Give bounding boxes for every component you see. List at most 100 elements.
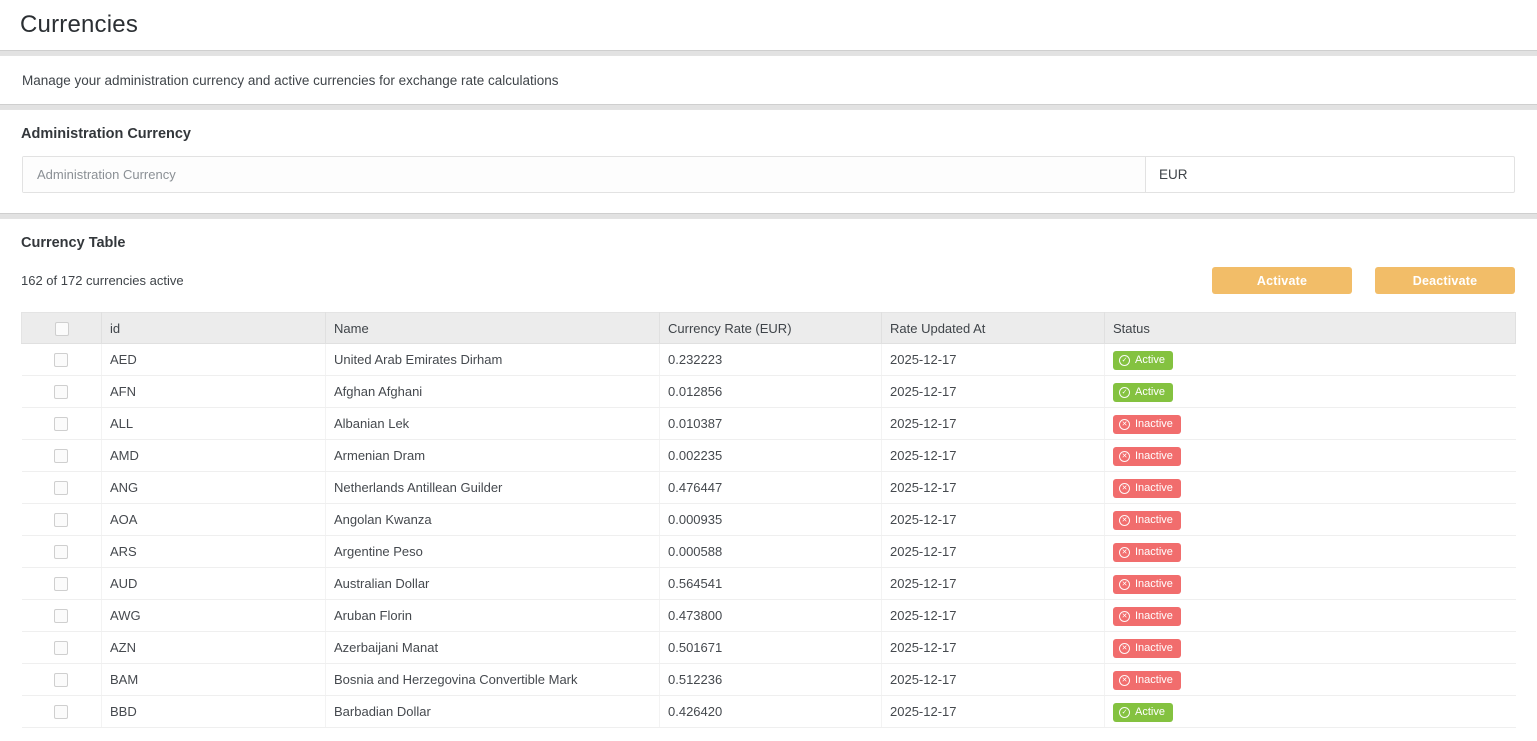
rate-updated-cell: 2025-12-17 [882,376,1105,408]
currency-id-cell: AED [102,344,326,376]
status-label: Active [1135,351,1165,370]
currency-name-cell: Afghan Afghani [326,376,660,408]
active-currencies-summary: 162 of 172 currencies active [21,273,184,288]
currency-rate-cell: 0.000935 [660,504,882,536]
row-checkbox[interactable] [54,545,68,559]
status-label: Inactive [1135,415,1173,434]
rate-updated-cell: 2025-12-17 [882,568,1105,600]
table-row: ARS Argentine Peso 0.000588 2025-12-17 ✕… [22,536,1516,568]
row-checkbox[interactable] [54,417,68,431]
activate-button[interactable]: Activate [1212,267,1352,294]
row-select-cell [22,440,102,472]
status-icon: ✕ [1119,675,1130,686]
column-header-rate: Currency Rate (EUR) [660,313,882,344]
currency-id-cell: ANG [102,472,326,504]
table-header-row: id Name Currency Rate (EUR) Rate Updated… [22,313,1516,344]
currency-name-cell: Aruban Florin [326,600,660,632]
status-label: Inactive [1135,447,1173,466]
status-label: Inactive [1135,543,1173,562]
status-label: Inactive [1135,607,1173,626]
row-checkbox[interactable] [54,609,68,623]
status-badge: ✕ Inactive [1113,543,1181,562]
admin-currency-value-field[interactable]: EUR [1146,157,1514,192]
row-select-cell [22,632,102,664]
row-checkbox[interactable] [54,577,68,591]
select-all-checkbox[interactable] [55,322,69,336]
status-label: Inactive [1135,575,1173,594]
currency-name-cell: Azerbaijani Manat [326,632,660,664]
currency-rate-cell: 0.473800 [660,600,882,632]
column-header-status: Status [1105,313,1516,344]
table-row: AWG Aruban Florin 0.473800 2025-12-17 ✕ … [22,600,1516,632]
admin-currency-heading: Administration Currency [0,110,1537,156]
table-row: AED United Arab Emirates Dirham 0.232223… [22,344,1516,376]
column-header-updated: Rate Updated At [882,313,1105,344]
row-checkbox[interactable] [54,513,68,527]
admin-currency-section: Administration Currency Administration C… [0,109,1537,214]
rate-updated-cell: 2025-12-17 [882,696,1105,728]
currency-rate-cell: 0.512236 [660,664,882,696]
row-checkbox[interactable] [54,481,68,495]
currency-rate-cell: 0.002235 [660,440,882,472]
row-select-cell [22,472,102,504]
status-badge: ✕ Inactive [1113,511,1181,530]
admin-currency-input-group: Administration Currency EUR [22,156,1515,193]
currency-name-cell: Argentine Peso [326,536,660,568]
status-icon: ✕ [1119,579,1130,590]
currency-rate-cell: 0.000588 [660,536,882,568]
table-row: AFN Afghan Afghani 0.012856 2025-12-17 ✓… [22,376,1516,408]
currency-name-cell: United Arab Emirates Dirham [326,344,660,376]
row-checkbox[interactable] [54,673,68,687]
rate-updated-cell: 2025-12-17 [882,472,1105,504]
row-checkbox[interactable] [54,385,68,399]
currency-id-cell: ALL [102,408,326,440]
status-cell: ✓ Active [1105,696,1516,728]
status-icon: ✕ [1119,611,1130,622]
row-select-cell [22,408,102,440]
table-row: ANG Netherlands Antillean Guilder 0.4764… [22,472,1516,504]
table-row: AUD Australian Dollar 0.564541 2025-12-1… [22,568,1516,600]
status-badge: ✕ Inactive [1113,575,1181,594]
row-select-cell [22,504,102,536]
status-badge: ✕ Inactive [1113,671,1181,690]
row-checkbox[interactable] [54,353,68,367]
currency-name-cell: Barbadian Dollar [326,696,660,728]
bulk-action-buttons: Activate Deactivate [1212,267,1515,294]
page-description: Manage your administration currency and … [22,73,559,88]
currency-id-cell: ARS [102,536,326,568]
currency-table-section: Currency Table 162 of 172 currencies act… [0,218,1537,741]
table-row: AOA Angolan Kwanza 0.000935 2025-12-17 ✕… [22,504,1516,536]
page-description-bar: Manage your administration currency and … [0,55,1537,105]
status-icon: ✕ [1119,451,1130,462]
status-badge: ✕ Inactive [1113,639,1181,658]
rate-updated-cell: 2025-12-17 [882,440,1105,472]
status-cell: ✕ Inactive [1105,600,1516,632]
status-cell: ✕ Inactive [1105,440,1516,472]
status-badge: ✕ Inactive [1113,447,1181,466]
row-checkbox[interactable] [54,449,68,463]
column-header-id: id [102,313,326,344]
currency-id-cell: BBD [102,696,326,728]
currency-name-cell: Bosnia and Herzegovina Convertible Mark [326,664,660,696]
status-cell: ✕ Inactive [1105,536,1516,568]
rate-updated-cell: 2025-12-17 [882,632,1105,664]
status-cell: ✕ Inactive [1105,632,1516,664]
row-checkbox[interactable] [54,641,68,655]
row-select-cell [22,664,102,696]
row-select-cell [22,536,102,568]
currency-rate-cell: 0.426420 [660,696,882,728]
rate-updated-cell: 2025-12-17 [882,664,1105,696]
status-label: Active [1135,703,1165,722]
rate-updated-cell: 2025-12-17 [882,504,1105,536]
status-label: Inactive [1135,671,1173,690]
row-checkbox[interactable] [54,705,68,719]
status-badge: ✕ Inactive [1113,479,1181,498]
status-badge: ✓ Active [1113,383,1173,402]
status-label: Inactive [1135,511,1173,530]
admin-currency-label: Administration Currency [37,167,176,182]
status-icon: ✓ [1119,355,1130,366]
currency-id-cell: AMD [102,440,326,472]
deactivate-button[interactable]: Deactivate [1375,267,1515,294]
status-icon: ✓ [1119,387,1130,398]
page-header: Currencies [0,0,1537,51]
